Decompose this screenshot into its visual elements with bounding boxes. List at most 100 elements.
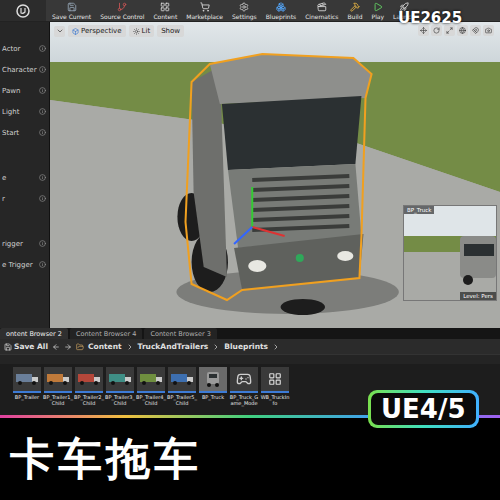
- asset-tile[interactable]: BP_Trailer2_Child: [74, 367, 104, 406]
- save-all-button[interactable]: Save All: [4, 342, 48, 351]
- banner-title: 卡车拖车: [0, 418, 500, 489]
- toolbar-icon: [117, 2, 127, 12]
- asset-tile[interactable]: WB_TruckInfo: [260, 367, 290, 406]
- asset-label: BP_Trailer3_Child: [105, 395, 135, 406]
- panel-group: riggere Trigger: [0, 233, 49, 275]
- asset-thumbnail: [261, 367, 289, 393]
- info-icon: [39, 174, 46, 181]
- version-badge: UE4/5: [368, 390, 479, 428]
- editor-middle: ActorCharacterPawnLightStart er riggere Tr…: [0, 22, 500, 328]
- trailer-icon: [15, 372, 39, 386]
- asset-tile[interactable]: BP_Trailer4_Child: [136, 367, 166, 406]
- preview-scene: [404, 206, 496, 300]
- place-actor-item[interactable]: e Trigger: [0, 254, 49, 275]
- chevron-icon: [272, 343, 280, 351]
- toolbar-icon: [160, 2, 170, 12]
- folder-icon: [76, 343, 84, 351]
- asset-thumbnail: [106, 367, 134, 393]
- asset-thumbnail: [168, 367, 196, 393]
- toolbar-icon: [239, 2, 249, 12]
- toolbar-button[interactable]: Settings: [230, 0, 259, 21]
- toolbar-button[interactable]: Save Current: [50, 0, 93, 21]
- path-crumb[interactable]: Content: [88, 342, 122, 351]
- asset-label: BP_Truck: [198, 395, 228, 401]
- back-icon[interactable]: [52, 343, 60, 351]
- info-icon: [39, 87, 46, 94]
- viewport-tool[interactable]: [470, 25, 481, 36]
- place-actor-item[interactable]: r: [0, 188, 49, 209]
- perspective-icon: [72, 28, 79, 35]
- truck-icon: [203, 370, 223, 388]
- asset-thumbnail: [137, 367, 165, 393]
- tool-icon: [472, 27, 479, 34]
- toolbar-icon: [317, 2, 327, 12]
- asset-label: BP_Trailer4_Child: [136, 395, 166, 406]
- place-actor-item[interactable]: Actor: [0, 38, 49, 59]
- place-actor-item[interactable]: Character: [0, 59, 49, 80]
- path-crumb[interactable]: Blueprints: [224, 342, 268, 351]
- lit-icon: [133, 28, 140, 35]
- trailer-icon: [46, 372, 70, 386]
- place-actor-item[interactable]: Start: [0, 122, 49, 143]
- viewport[interactable]: PerspectiveLitShow BP_TruckLevel: Pers: [50, 22, 500, 328]
- toolbar-button[interactable]: Marketplace: [184, 0, 225, 21]
- toolbar-button[interactable]: Build: [345, 0, 364, 21]
- forward-icon[interactable]: [64, 343, 72, 351]
- asset-thumbnail: [199, 367, 227, 393]
- toolbar-button[interactable]: Content: [151, 0, 179, 21]
- viewport-options[interactable]: [54, 26, 65, 37]
- tool-icon: [485, 27, 492, 34]
- tool-icon: [446, 27, 453, 34]
- asset-label: BP_Trailer5_Child: [167, 395, 197, 406]
- content-tab[interactable]: Content Browser 3: [144, 328, 216, 339]
- engine-logo-icon: [16, 4, 30, 18]
- asset-tile[interactable]: BP_Trailer: [12, 367, 42, 406]
- content-tab[interactable]: Content Browser 4: [70, 328, 142, 339]
- info-icon: [39, 66, 46, 73]
- info-icon: [39, 108, 46, 115]
- asset-label: WB_TruckInfo: [260, 395, 290, 406]
- chevron-icon: [126, 343, 134, 351]
- path-bar: Save All Content TruckAndTrailers Blueprint…: [0, 339, 500, 354]
- toolbar-button[interactable]: Source Control: [98, 0, 146, 21]
- editor: Save CurrentSource ControlContentMarketp…: [0, 0, 500, 415]
- asset-label: BP_Truck_Game_Mode: [229, 395, 259, 406]
- viewport-button[interactable]: Lit: [129, 25, 155, 37]
- info-icon: [39, 45, 46, 52]
- editor-screenshot: Save CurrentSource ControlContentMarketp…: [0, 0, 500, 500]
- filter-bar: [0, 354, 500, 364]
- asset-thumbnail: [44, 367, 72, 393]
- trailer-icon: [170, 372, 194, 386]
- place-actor-item[interactable]: rigger: [0, 233, 49, 254]
- dropdown-icon: [56, 27, 64, 35]
- place-actor-item[interactable]: e: [0, 167, 49, 188]
- place-actor-item[interactable]: Light: [0, 101, 49, 122]
- preview-level: Level: Pers: [460, 292, 496, 300]
- badge-text: UE4/5: [371, 393, 476, 425]
- camera-preview: BP_TruckLevel: Pers: [403, 205, 497, 301]
- toolbar-icon: [67, 2, 77, 12]
- asset-tile[interactable]: BP_Truck: [198, 367, 228, 406]
- viewport-button[interactable]: Show: [157, 25, 184, 37]
- toolbar-icon: [276, 2, 286, 12]
- tool-icon: [420, 27, 427, 34]
- asset-tile[interactable]: BP_Trailer3_Child: [105, 367, 135, 406]
- path-crumb[interactable]: TruckAndTrailers: [138, 342, 209, 351]
- info-icon: [39, 240, 46, 247]
- toolbar-button[interactable]: Blueprints: [264, 0, 299, 21]
- viewport-tool[interactable]: [483, 25, 494, 36]
- toolbar-button[interactable]: Play: [370, 0, 387, 21]
- watermark: UE2625: [398, 9, 462, 27]
- save-icon: [4, 343, 12, 351]
- asset-label: BP_Trailer: [12, 395, 42, 401]
- place-actor-item[interactable]: Pawn: [0, 80, 49, 101]
- toolbar-button[interactable]: Cinematics: [303, 0, 340, 21]
- info-icon: [39, 261, 46, 268]
- content-tab[interactable]: ontent Browser 2: [0, 328, 68, 339]
- asset-tile[interactable]: BP_Trailer5_Child: [167, 367, 197, 406]
- asset-thumbnail: [13, 367, 41, 393]
- asset-tile[interactable]: BP_Trailer1_Child: [43, 367, 73, 406]
- panel-group: er: [0, 167, 49, 209]
- viewport-button[interactable]: Perspective: [68, 25, 126, 37]
- asset-tile[interactable]: BP_Truck_Game_Mode: [229, 367, 259, 406]
